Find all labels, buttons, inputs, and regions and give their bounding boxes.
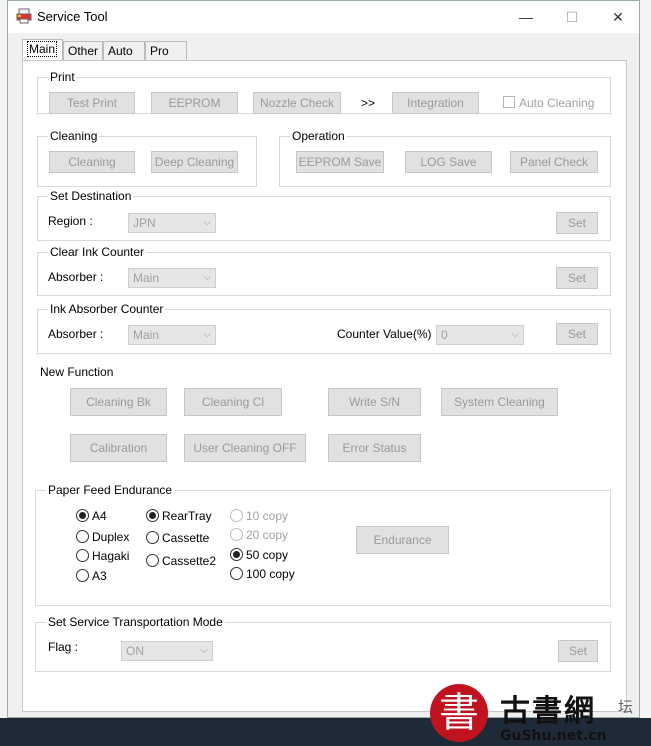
watermark-side: 坛 xyxy=(618,699,634,716)
print-group-label: Print xyxy=(48,70,77,84)
close-button[interactable]: ✕ xyxy=(595,1,641,33)
tab-pro[interactable]: Pro xyxy=(145,41,187,60)
size-a4-label: A4 xyxy=(92,509,107,523)
set-destination-button[interactable]: Set xyxy=(556,212,598,234)
cleaning-cl-button[interactable]: Cleaning Cl xyxy=(184,388,282,416)
auto-cleaning-checkbox[interactable] xyxy=(503,96,515,108)
arrow-indicator: >> xyxy=(361,96,376,110)
copy-50-label: 50 copy xyxy=(246,548,289,562)
integration-button[interactable]: Integration xyxy=(392,92,479,114)
region-select-value: JPN xyxy=(133,216,156,230)
chevron-down-icon: ⌵ xyxy=(200,645,208,656)
cleaning-button[interactable]: Cleaning xyxy=(49,151,135,173)
clear-ink-absorber-value: Main xyxy=(133,271,160,285)
printer-app-icon xyxy=(16,8,32,24)
error-status-button[interactable]: Error Status xyxy=(328,434,421,462)
watermark-name: 古書網 xyxy=(500,694,596,729)
ink-absorber-value: Main xyxy=(133,328,160,342)
flag-label: Flag : xyxy=(48,640,79,654)
flag-select[interactable]: ON ⌵ xyxy=(121,641,213,661)
eeprom-save-button[interactable]: EEPROM Save xyxy=(296,151,384,173)
watermark-url: GuShu.net.cn xyxy=(500,728,607,744)
ink-absorber-counter-group-label: Ink Absorber Counter xyxy=(48,302,166,316)
cleaning-group-label: Cleaning xyxy=(48,129,100,143)
paper-feed-endurance-group-label: Paper Feed Endurance xyxy=(46,483,175,497)
cleaning-bk-button[interactable]: Cleaning Bk xyxy=(70,388,167,416)
minimize-button[interactable]: — xyxy=(503,1,549,33)
calibration-button[interactable]: Calibration xyxy=(70,434,167,462)
counter-value-value: 0 xyxy=(441,328,448,342)
copy-100-radio[interactable] xyxy=(230,567,243,580)
ink-absorber-counter-set-button[interactable]: Set xyxy=(556,323,598,345)
clear-ink-absorber-select[interactable]: Main ⌵ xyxy=(128,268,216,288)
watermark-seal: 書 xyxy=(430,684,488,742)
set-destination-group: Set Destination xyxy=(37,189,611,241)
tab-main[interactable]: Main xyxy=(22,39,63,60)
eeprom-button[interactable]: EEPROM xyxy=(151,92,238,114)
operation-group-label: Operation xyxy=(290,129,347,143)
clear-ink-counter-set-button[interactable]: Set xyxy=(556,267,598,289)
copy-20-label: 20 copy xyxy=(246,528,289,542)
tab-auto[interactable]: Auto xyxy=(103,41,145,60)
source-cassette-label: Cassette xyxy=(162,531,210,545)
chevron-down-icon: ⌵ xyxy=(511,329,519,340)
nozzle-check-button[interactable]: Nozzle Check xyxy=(253,92,341,114)
source-cassette2-label: Cassette2 xyxy=(162,554,217,568)
chevron-down-icon: ⌵ xyxy=(203,329,211,340)
window-title: Service Tool xyxy=(37,9,108,24)
size-duplex-label: Duplex xyxy=(92,530,130,544)
source-reartray-label: RearTray xyxy=(162,509,212,523)
transportation-set-button[interactable]: Set xyxy=(558,640,598,662)
chevron-down-icon: ⌵ xyxy=(203,272,211,283)
flag-value: ON xyxy=(126,644,144,658)
transportation-mode-group-label: Set Service Transportation Mode xyxy=(46,615,225,629)
size-a3-label: A3 xyxy=(92,569,107,583)
new-function-label: New Function xyxy=(40,365,114,379)
panel-check-button[interactable]: Panel Check xyxy=(510,151,598,173)
source-cassette2-radio[interactable] xyxy=(146,554,159,567)
counter-value-label: Counter Value(%) : xyxy=(337,327,439,341)
maximize-button[interactable]: ☐ xyxy=(549,1,595,33)
system-cleaning-button[interactable]: System Cleaning xyxy=(441,388,558,416)
test-print-button[interactable]: Test Print xyxy=(49,92,135,114)
size-a4-radio[interactable] xyxy=(76,509,89,522)
endurance-button[interactable]: Endurance xyxy=(356,526,449,554)
source-cassette-radio[interactable] xyxy=(146,531,159,544)
source-reartray-radio[interactable] xyxy=(146,509,159,522)
clear-ink-counter-group: Clear Ink Counter xyxy=(37,245,611,296)
size-hagaki-radio[interactable] xyxy=(76,549,89,562)
watermark-logo: 書 古書網 坛 GuShu.net.cn xyxy=(430,684,650,746)
auto-cleaning-label: Auto Cleaning xyxy=(519,96,595,110)
service-tool-window: Service Tool — ☐ ✕ Main Other Auto Pro P… xyxy=(7,0,640,718)
counter-value-select[interactable]: 0 ⌵ xyxy=(436,325,524,345)
ink-absorber-counter-group: Ink Absorber Counter xyxy=(37,302,611,354)
chevron-down-icon: ⌵ xyxy=(203,217,211,228)
log-save-button[interactable]: LOG Save xyxy=(405,151,492,173)
tab-other[interactable]: Other xyxy=(63,41,103,60)
copy-10-label: 10 copy xyxy=(246,509,289,523)
set-destination-group-label: Set Destination xyxy=(48,189,134,203)
paper-feed-endurance-group: Paper Feed Endurance xyxy=(35,483,611,606)
background-window-right-edge xyxy=(640,0,651,746)
copy-50-radio[interactable] xyxy=(230,548,243,561)
deep-cleaning-button[interactable]: Deep Cleaning xyxy=(151,151,238,173)
size-duplex-radio[interactable] xyxy=(76,530,89,543)
write-sn-button[interactable]: Write S/N xyxy=(328,388,421,416)
main-tab-panel: Print Test Print EEPROM Nozzle Check >> … xyxy=(22,60,627,712)
region-label: Region : xyxy=(48,214,93,228)
ink-absorber-select[interactable]: Main ⌵ xyxy=(128,325,216,345)
clear-ink-absorber-label: Absorber : xyxy=(48,270,104,284)
copy-10-radio[interactable] xyxy=(230,509,243,522)
user-cleaning-off-button[interactable]: User Cleaning OFF xyxy=(184,434,306,462)
copy-100-label: 100 copy xyxy=(246,567,295,581)
size-hagaki-label: Hagaki xyxy=(92,549,130,563)
ink-absorber-label: Absorber : xyxy=(48,327,104,341)
size-a3-radio[interactable] xyxy=(76,569,89,582)
region-select[interactable]: JPN ⌵ xyxy=(128,213,216,233)
copy-20-radio[interactable] xyxy=(230,528,243,541)
title-bar: Service Tool — ☐ ✕ xyxy=(8,1,639,33)
clear-ink-counter-group-label: Clear Ink Counter xyxy=(48,245,147,259)
